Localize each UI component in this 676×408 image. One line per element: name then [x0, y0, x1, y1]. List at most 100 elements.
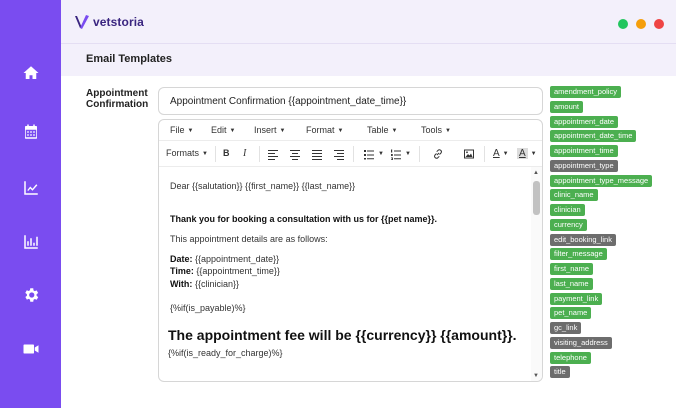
editor-menubar: File ▼ Edit ▼ Insert ▼ Format ▼ Table ▼ Tools…	[159, 120, 542, 141]
brand-name: vetstoria	[93, 15, 144, 29]
placeholder-tag[interactable]: currency	[550, 218, 587, 231]
placeholder-tag[interactable]: clinician	[550, 204, 585, 216]
brand-logo[interactable]: vetstoria	[75, 13, 144, 31]
placeholder-tag[interactable]: filter_message	[550, 248, 607, 261]
scroll-up-icon[interactable]: ▲	[533, 170, 539, 176]
bold-button[interactable]: B	[223, 148, 230, 158]
app-window: vetstoria Email Templates Appointment Co…	[0, 0, 676, 408]
align-right-button[interactable]	[333, 148, 345, 160]
placeholder-tag[interactable]: appointment_type_message	[550, 174, 653, 187]
menu-insert[interactable]: Insert ▼	[254, 125, 285, 135]
menu-table[interactable]: Table ▼	[367, 125, 397, 135]
with-label: With:	[170, 279, 193, 289]
calendar-icon	[25, 124, 37, 139]
placeholder-tag[interactable]: title	[550, 366, 570, 379]
scroll-down-icon[interactable]: ▼	[533, 373, 539, 379]
gear-icon	[25, 288, 39, 302]
placeholder-tag[interactable]: appointment_date	[550, 115, 619, 128]
fee-line: The appointment fee will be {{currency}}…	[168, 327, 517, 343]
placeholder-tag[interactable]: first_name	[550, 263, 594, 275]
window-dot-green[interactable]	[618, 19, 628, 29]
toolbar-divider	[215, 146, 216, 162]
align-center-icon	[290, 150, 300, 160]
insert-link-button[interactable]	[432, 148, 444, 160]
menu-format[interactable]: Format ▼	[306, 125, 343, 135]
subject-input[interactable]: Appointment Confirmation {{appointment_d…	[158, 87, 543, 115]
placeholder-tag[interactable]: edit_booking_link	[550, 233, 616, 246]
sidebar-item-calendar[interactable]	[22, 123, 40, 141]
chevron-down-icon: ▼	[337, 128, 344, 134]
window-dot-red[interactable]	[654, 19, 664, 29]
align-right-icon	[334, 150, 344, 160]
chevron-down-icon: ▼	[405, 151, 411, 157]
insert-image-button[interactable]	[463, 148, 475, 160]
chevron-down-icon: ▼	[229, 128, 236, 134]
placeholder-tag[interactable]: visiting_address	[550, 336, 612, 349]
toolbar-divider	[419, 146, 420, 162]
window-controls	[618, 19, 664, 29]
chevron-down-icon: ▼	[279, 128, 286, 134]
placeholder-tag[interactable]: payment_link	[550, 292, 603, 305]
italic-button[interactable]: I	[243, 148, 246, 159]
sidebar-item-settings[interactable]	[22, 286, 40, 304]
bullet-list-icon	[364, 150, 374, 160]
template-label: Appointment Confirmation	[86, 88, 149, 110]
placeholder-tag[interactable]: telephone	[550, 351, 591, 364]
editor-scrollbar[interactable]: ▲ ▼	[531, 167, 542, 381]
video-icon	[23, 344, 39, 354]
numbered-list-icon	[391, 149, 401, 160]
trend-chart-icon	[24, 181, 38, 195]
toolbar-divider	[484, 146, 485, 162]
placeholder-tag[interactable]: gc_link	[550, 322, 582, 334]
placeholder-tag[interactable]: pet_name	[550, 307, 592, 320]
time-value: {{appointment_time}}	[196, 266, 280, 276]
align-left-icon	[268, 150, 278, 160]
numbered-list-dropdown[interactable]: ▼	[390, 148, 411, 160]
background-color-dropdown[interactable]: A ▼	[517, 148, 537, 159]
align-center-button[interactable]	[289, 148, 301, 160]
date-line: Date: {{appointment_date}}	[170, 254, 279, 264]
subject-value: Appointment Confirmation {{appointment_d…	[170, 96, 407, 107]
toolbar-divider	[259, 146, 260, 162]
menu-file[interactable]: File ▼	[170, 125, 193, 135]
placeholder-tag[interactable]: appointment_type	[550, 159, 618, 172]
align-justify-icon	[312, 150, 322, 160]
chevron-down-icon: ▼	[502, 150, 509, 157]
page-title: Email Templates	[86, 53, 172, 65]
menu-edit[interactable]: Edit ▼	[211, 125, 235, 135]
text-color-icon: A	[493, 148, 500, 159]
placeholder-tag[interactable]: clinic_name	[550, 189, 598, 202]
placeholder-tag[interactable]: appointment_time	[550, 145, 618, 157]
toolbar-divider	[353, 146, 354, 162]
sidebar-item-trends[interactable]	[22, 179, 40, 197]
placeholder-tag[interactable]: amendment_policy	[550, 86, 621, 98]
chevron-down-icon: ▼	[378, 151, 384, 157]
vetstoria-logo-icon	[75, 15, 89, 29]
placeholder-tag[interactable]: appointment_date_time	[550, 130, 637, 143]
top-bar: vetstoria	[61, 0, 676, 44]
date-value: {{appointment_date}}	[195, 254, 280, 264]
thanks-line: Thank you for booking a consultation wit…	[170, 214, 438, 224]
align-justify-button[interactable]	[311, 148, 323, 160]
scrollbar-thumb[interactable]	[533, 181, 540, 215]
date-label: Date:	[170, 254, 193, 264]
placeholder-tag[interactable]: last_name	[550, 277, 593, 290]
formats-dropdown[interactable]: Formats ▼	[166, 148, 208, 158]
menu-tools[interactable]: Tools ▼	[421, 125, 451, 135]
chevron-down-icon: ▼	[445, 128, 451, 134]
greeting-line: Dear {{salutation}} {{first_name}} {{las…	[170, 181, 356, 191]
bullet-list-dropdown[interactable]: ▼	[363, 148, 384, 160]
sidebar-item-video[interactable]	[22, 340, 40, 358]
sidebar	[0, 0, 61, 408]
background-color-icon: A	[517, 148, 528, 159]
window-dot-orange[interactable]	[636, 19, 646, 29]
time-line: Time: {{appointment_time}}	[170, 266, 280, 276]
sidebar-item-reports[interactable]	[22, 233, 40, 251]
rich-text-editor: File ▼ Edit ▼ Insert ▼ Format ▼ Table ▼ Tools…	[158, 119, 543, 382]
home-icon	[23, 66, 39, 79]
align-left-button[interactable]	[267, 148, 279, 160]
details-intro-line: This appointment details are as follows:	[170, 234, 328, 244]
text-color-dropdown[interactable]: A ▼	[493, 148, 509, 159]
sidebar-item-home[interactable]	[22, 64, 40, 82]
placeholder-tag[interactable]: amount	[550, 100, 584, 113]
